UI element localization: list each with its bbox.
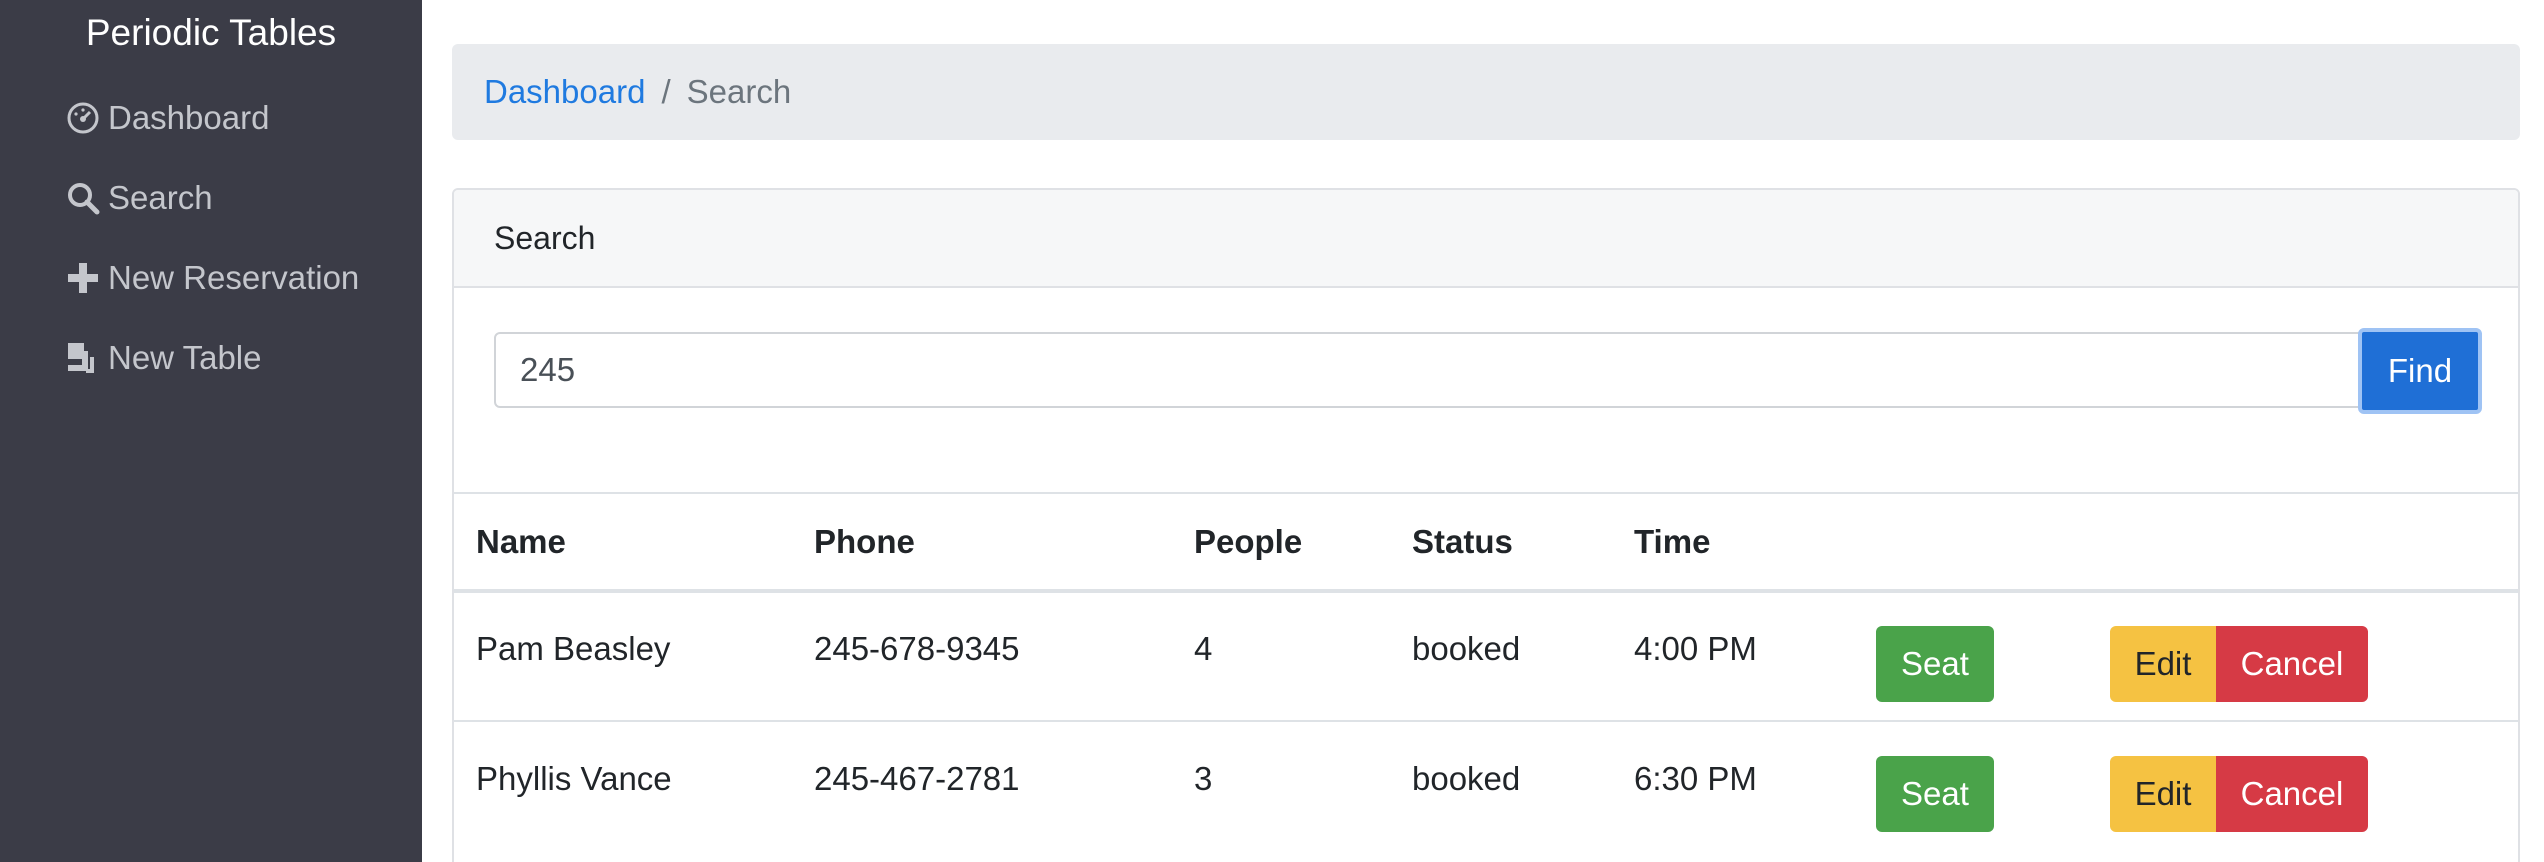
table-header-row: Name Phone People Status Time [454, 492, 2518, 593]
reservation-name: Pam Beasley [476, 629, 671, 667]
table-row: Pam Beasley 245-678-9345 4 booked 4:00 P… [454, 590, 2518, 721]
reservation-people: 4 [1194, 629, 1213, 667]
brand-title: Periodic Tables [85, 12, 337, 53]
header-status: Status [1390, 492, 1612, 593]
header-name: Name [454, 492, 792, 593]
cell-actions: Edit Cancel [2088, 590, 2518, 721]
breadcrumb-separator: / [661, 73, 671, 110]
sidebar-item-dashboard[interactable]: Dashboard [66, 94, 269, 142]
plus-icon [66, 261, 100, 295]
reservation-phone: 245-678-9345 [814, 629, 1020, 667]
cell-status: booked [1390, 590, 1612, 721]
dashboard-icon [66, 101, 100, 135]
reservation-phone: 245-467-2781 [814, 759, 1020, 797]
breadcrumb-current: Search [686, 73, 792, 110]
sidebar-item-new-table[interactable]: New Table [66, 334, 261, 382]
table-row: Phyllis Vance 245-467-2781 3 booked 6:30… [454, 720, 2518, 851]
sidebar-item-label: Dashboard [108, 99, 270, 136]
reservation-name: Phyllis Vance [476, 759, 672, 797]
search-icon [66, 181, 100, 215]
cell-people: 3 [1172, 720, 1390, 851]
cell-phone: 245-678-9345 [792, 590, 1172, 721]
reservation-status: booked [1412, 759, 1521, 797]
cell-time: 4:00 PM [1612, 590, 1854, 721]
edit-button[interactable]: Edit [2110, 755, 2216, 832]
search-input[interactable] [494, 332, 2366, 408]
reservation-time: 6:30 PM [1634, 759, 1757, 797]
cell-name: Phyllis Vance [454, 720, 792, 851]
reservation-people: 3 [1194, 759, 1213, 797]
header-phone: Phone [792, 492, 1172, 593]
sidebar-item-label: Search [108, 179, 213, 216]
search-form: Find [494, 328, 2504, 414]
seat-button[interactable]: Seat [1876, 755, 1994, 832]
cell-phone: 245-467-2781 [792, 720, 1172, 851]
cell-actions: Edit Cancel [2088, 720, 2518, 851]
cancel-button[interactable]: Cancel [2216, 625, 2368, 702]
card-header: Search [454, 190, 2518, 288]
cell-people: 4 [1172, 590, 1390, 721]
seat-button[interactable]: Seat [1876, 625, 1994, 702]
breadcrumb: Dashboard / Search [452, 44, 2520, 140]
cell-name: Pam Beasley [454, 590, 792, 721]
reservation-status: booked [1412, 629, 1521, 667]
sidebar-item-search[interactable]: Search [66, 174, 213, 222]
breadcrumb-dashboard-link[interactable]: Dashboard [484, 73, 645, 111]
cancel-button[interactable]: Cancel [2216, 755, 2368, 832]
sidebar: Periodic Tables Dashboard Search New Res… [0, 0, 422, 862]
table-icon [66, 341, 100, 375]
header-empty [1854, 492, 2088, 593]
sidebar-item-label: New Reservation [108, 259, 360, 296]
sidebar-item-new-reservation[interactable]: New Reservation [66, 254, 359, 302]
cell-time: 6:30 PM [1612, 720, 1854, 851]
cell-status: booked [1390, 720, 1612, 851]
results-table: Name Phone People Status Time Pam Beasle… [454, 492, 2518, 851]
cell-seat: Seat [1854, 720, 2088, 851]
header-time: Time [1612, 492, 1854, 593]
app-root: Periodic Tables Dashboard Search New Res… [0, 0, 2544, 862]
search-card: Search Find Name Phone People Status Tim… [452, 188, 2520, 862]
header-people: People [1172, 492, 1390, 593]
edit-button[interactable]: Edit [2110, 625, 2216, 702]
find-button[interactable]: Find [2358, 328, 2482, 414]
cell-seat: Seat [1854, 590, 2088, 721]
reservation-time: 4:00 PM [1634, 629, 1757, 667]
header-empty [2088, 492, 2518, 593]
sidebar-item-label: New Table [108, 339, 262, 376]
